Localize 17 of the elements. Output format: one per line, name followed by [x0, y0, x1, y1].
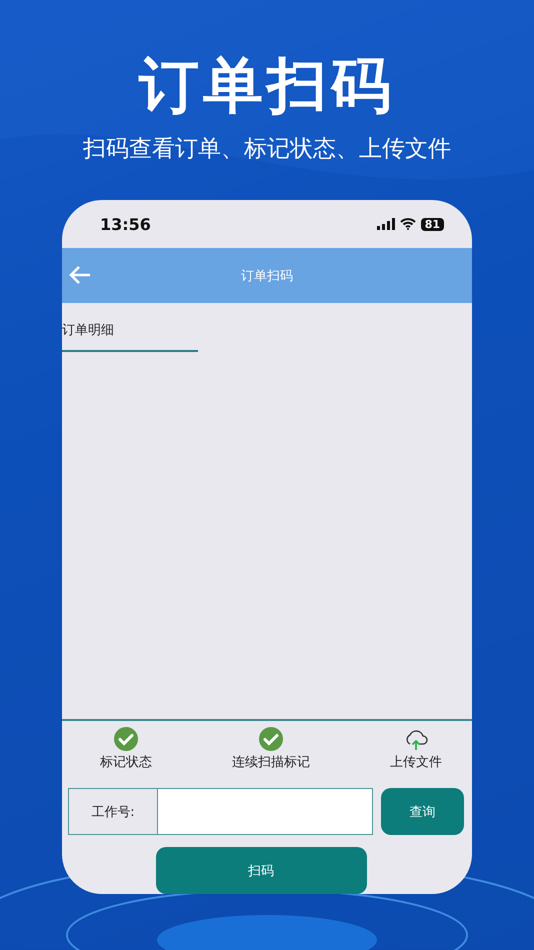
- query-button[interactable]: 查询: [381, 788, 464, 835]
- nav-title: 订单扫码: [241, 268, 293, 284]
- action-label[interactable]: 连续扫描标记: [232, 753, 310, 771]
- scan-button[interactable]: 扫码: [156, 847, 366, 894]
- action-label[interactable]: 标记状态: [100, 753, 152, 771]
- wifi-icon: [400, 218, 416, 230]
- signal-icon: [376, 218, 395, 230]
- battery-level: 81: [420, 218, 444, 230]
- headline: 订单扫码: [139, 50, 395, 122]
- back-arrow-icon[interactable]: [68, 264, 92, 286]
- input-field[interactable]: 工作号:: [68, 788, 373, 835]
- check-circle-icon: [259, 727, 283, 751]
- subtitle: 扫码查看订单、标记状态、上传文件: [83, 135, 451, 164]
- tab[interactable]: 订单明细: [62, 303, 198, 352]
- check-circle-icon: [114, 727, 138, 751]
- action-label[interactable]: 上传文件: [390, 753, 442, 771]
- status-time: 13:56: [100, 214, 151, 234]
